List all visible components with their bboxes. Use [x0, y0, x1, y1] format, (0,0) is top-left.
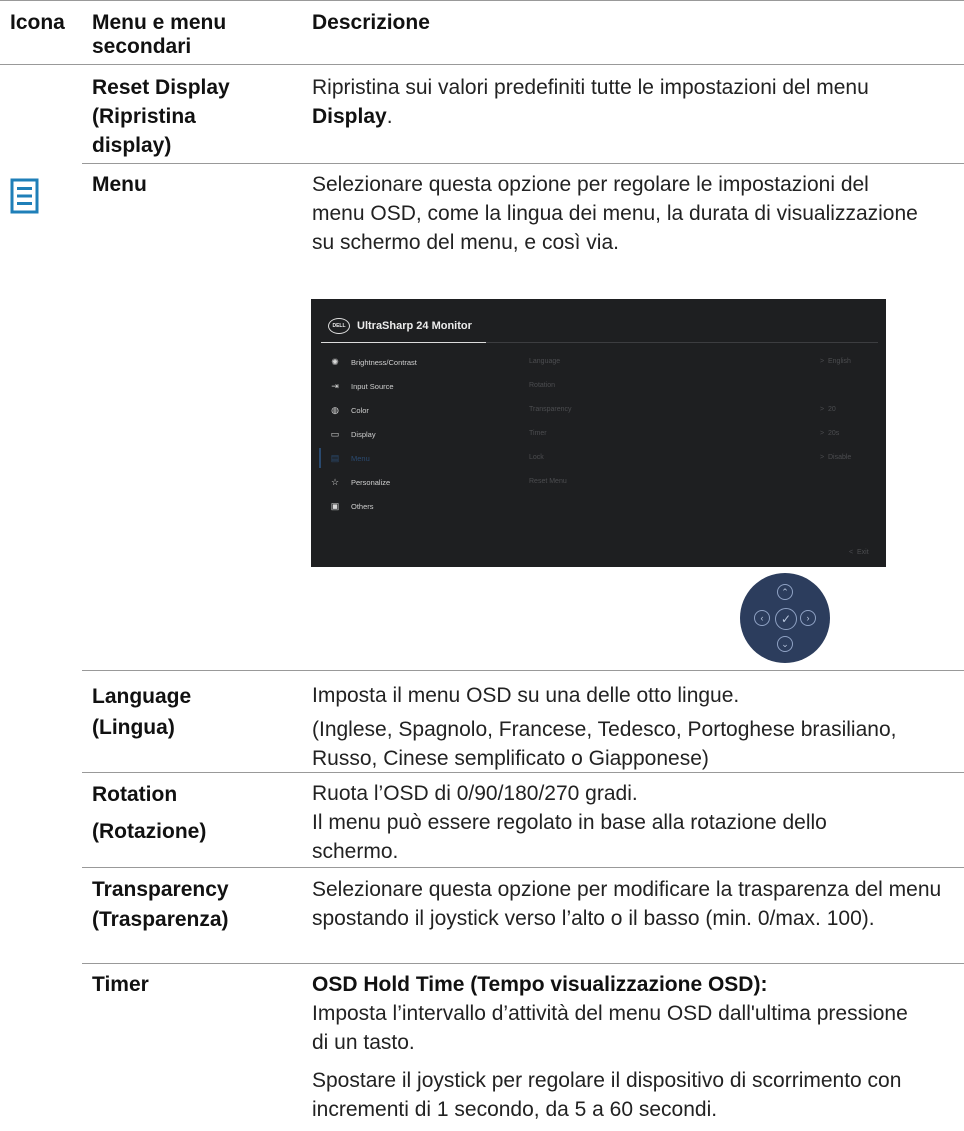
- transparency-desc: Selezionare questa opzione per modificar…: [312, 878, 942, 930]
- menu-desc: Selezionare questa opzione per regolare …: [312, 173, 918, 254]
- osd-item-label: Display: [351, 430, 376, 439]
- osd-sub-reset-menu: Reset Menu: [529, 478, 567, 485]
- osd-item-label: Brightness/Contrast: [351, 358, 417, 367]
- osd-sub-rotation: Rotation: [529, 382, 556, 389]
- osd-value: Disable: [827, 454, 852, 461]
- osd-item-brightness: ✺ Brightness/Contrast: [329, 356, 417, 368]
- col-header-menu: Menu e menu secondari: [92, 11, 226, 59]
- language-desc: Imposta il menu OSD su una delle otto li…: [312, 681, 932, 773]
- rotation-label-line2: (Rotazione): [92, 820, 207, 843]
- rotation-desc: Ruota l’OSD di 0/90/180/270 gradi. Il me…: [312, 779, 912, 866]
- osd-title: UltraSharp 24 Monitor: [357, 320, 472, 332]
- row-rule: [82, 163, 964, 164]
- language-desc-line2: (Inglese, Spagnolo, Francese, Tedesco, P…: [312, 718, 897, 770]
- reset-display-desc-pre: Ripristina sui valori predefiniti tutte …: [312, 76, 869, 99]
- timer-desc-heading: OSD Hold Time (Tempo visualizzazione OSD…: [312, 973, 768, 996]
- transparency-label-line1: Transparency: [92, 878, 229, 901]
- input-icon: ⇥: [331, 381, 339, 391]
- rotation-desc-line1: Ruota l’OSD di 0/90/180/270 gradi.: [312, 782, 638, 805]
- osd-value: English: [827, 358, 851, 365]
- monitor-icon: ▭: [330, 429, 340, 439]
- osd-item-others: ▣ Others: [329, 500, 374, 512]
- reset-display-label-line2: (Ripristina: [92, 105, 196, 128]
- star-icon: ☆: [330, 477, 340, 487]
- osd-value: 20s: [827, 430, 840, 437]
- row-rule: [82, 867, 964, 868]
- osd-val-lock: > Disable: [820, 454, 852, 461]
- reset-display-desc-bold: Display: [312, 105, 387, 128]
- menu-icon: [10, 178, 41, 216]
- row-rule: [82, 670, 964, 671]
- transparency-label-line2: (Trasparenza): [92, 908, 229, 931]
- language-label: Language (Lingua): [92, 681, 191, 743]
- osd-value: 20: [827, 406, 836, 413]
- osd-sub-language: Language: [529, 358, 561, 365]
- osd-val-timer: > 20s: [820, 430, 840, 437]
- osd-item-label: Personalize: [351, 478, 391, 487]
- osd-title-underline: [321, 342, 486, 343]
- transparency-label: Transparency (Trasparenza): [92, 875, 229, 935]
- rotation-label-line1: Rotation: [92, 783, 178, 806]
- osd-item-personalize: ☆ Personalize: [329, 476, 390, 488]
- osd-title-rule: [486, 342, 878, 343]
- chevron-up-icon: ⌃: [777, 584, 793, 600]
- language-label-line2: (Lingua): [92, 716, 175, 739]
- reset-display-desc-post: .: [386, 105, 393, 128]
- chevron-down-icon: ⌄: [777, 636, 793, 652]
- osd-item-display: ▭ Display: [329, 428, 376, 440]
- osd-item-label: Color: [351, 406, 369, 415]
- osd-item-color: ◍ Color: [329, 404, 369, 416]
- osd-item-label: Menu: [351, 454, 370, 463]
- rotation-desc-line2: Il menu può essere regolato in base alla…: [312, 811, 827, 863]
- reset-display-desc: Ripristina sui valori predefiniti tutte …: [312, 73, 932, 131]
- palette-icon: ◍: [331, 405, 339, 415]
- reset-display-label: Reset Display (Ripristina display): [92, 73, 230, 160]
- joystick-icon: ⌃ ‹ ✓ › ⌄: [740, 573, 830, 663]
- osd-exit-label: Exit: [856, 549, 869, 556]
- osd-sub-lock: Lock: [529, 454, 544, 461]
- osd-sub-timer: Timer: [529, 430, 547, 437]
- sun-icon: ✺: [331, 357, 339, 367]
- osd-item-input-source: ⇥ Input Source: [329, 380, 394, 392]
- osd-selection-bar: [319, 448, 321, 468]
- col-header-icon: Icona: [10, 11, 65, 34]
- timer-desc-line1: Imposta l’intervallo d’attività del menu…: [312, 1002, 908, 1054]
- timer-desc: OSD Hold Time (Tempo visualizzazione OSD…: [312, 970, 962, 1124]
- osd-exit: < Exit: [849, 549, 869, 556]
- header-rule: [0, 64, 964, 65]
- timer-desc-line2: Spostare il joystick per regolare il dis…: [312, 1069, 902, 1121]
- osd-val-transparency: > 20: [820, 406, 836, 413]
- check-icon: ✓: [775, 608, 797, 630]
- row-rule: [82, 963, 964, 964]
- top-rule: [0, 0, 964, 1]
- chevron-right-icon: ›: [800, 610, 816, 626]
- col-header-menu-line2: secondari: [92, 35, 192, 58]
- others-icon: ▣: [330, 501, 340, 511]
- osd-item-label: Others: [351, 502, 374, 511]
- menu-icon: ▤: [330, 453, 340, 463]
- language-desc-line1: Imposta il menu OSD su una delle otto li…: [312, 684, 740, 707]
- dell-logo: DELL: [328, 318, 350, 334]
- timer-label: Timer: [92, 973, 149, 996]
- col-header-desc: Descrizione: [312, 11, 430, 34]
- menu-label: Menu: [92, 173, 147, 196]
- rotation-label: Rotation (Rotazione): [92, 776, 206, 850]
- osd-sub-transparency: Transparency: [529, 406, 572, 413]
- row-rule: [82, 772, 964, 773]
- chevron-left-icon: ‹: [754, 610, 770, 626]
- reset-display-label-line1: Reset Display: [92, 76, 230, 99]
- reset-display-label-line3: display): [92, 134, 172, 157]
- osd-val-language: > English: [820, 358, 851, 365]
- language-label-line1: Language: [92, 685, 192, 708]
- osd-screenshot: DELL UltraSharp 24 Monitor ✺ Brightness/C…: [311, 299, 886, 567]
- osd-item-menu: ▤ Menu: [329, 452, 370, 464]
- col-header-menu-line1: Menu e menu: [92, 11, 227, 34]
- osd-item-label: Input Source: [351, 382, 394, 391]
